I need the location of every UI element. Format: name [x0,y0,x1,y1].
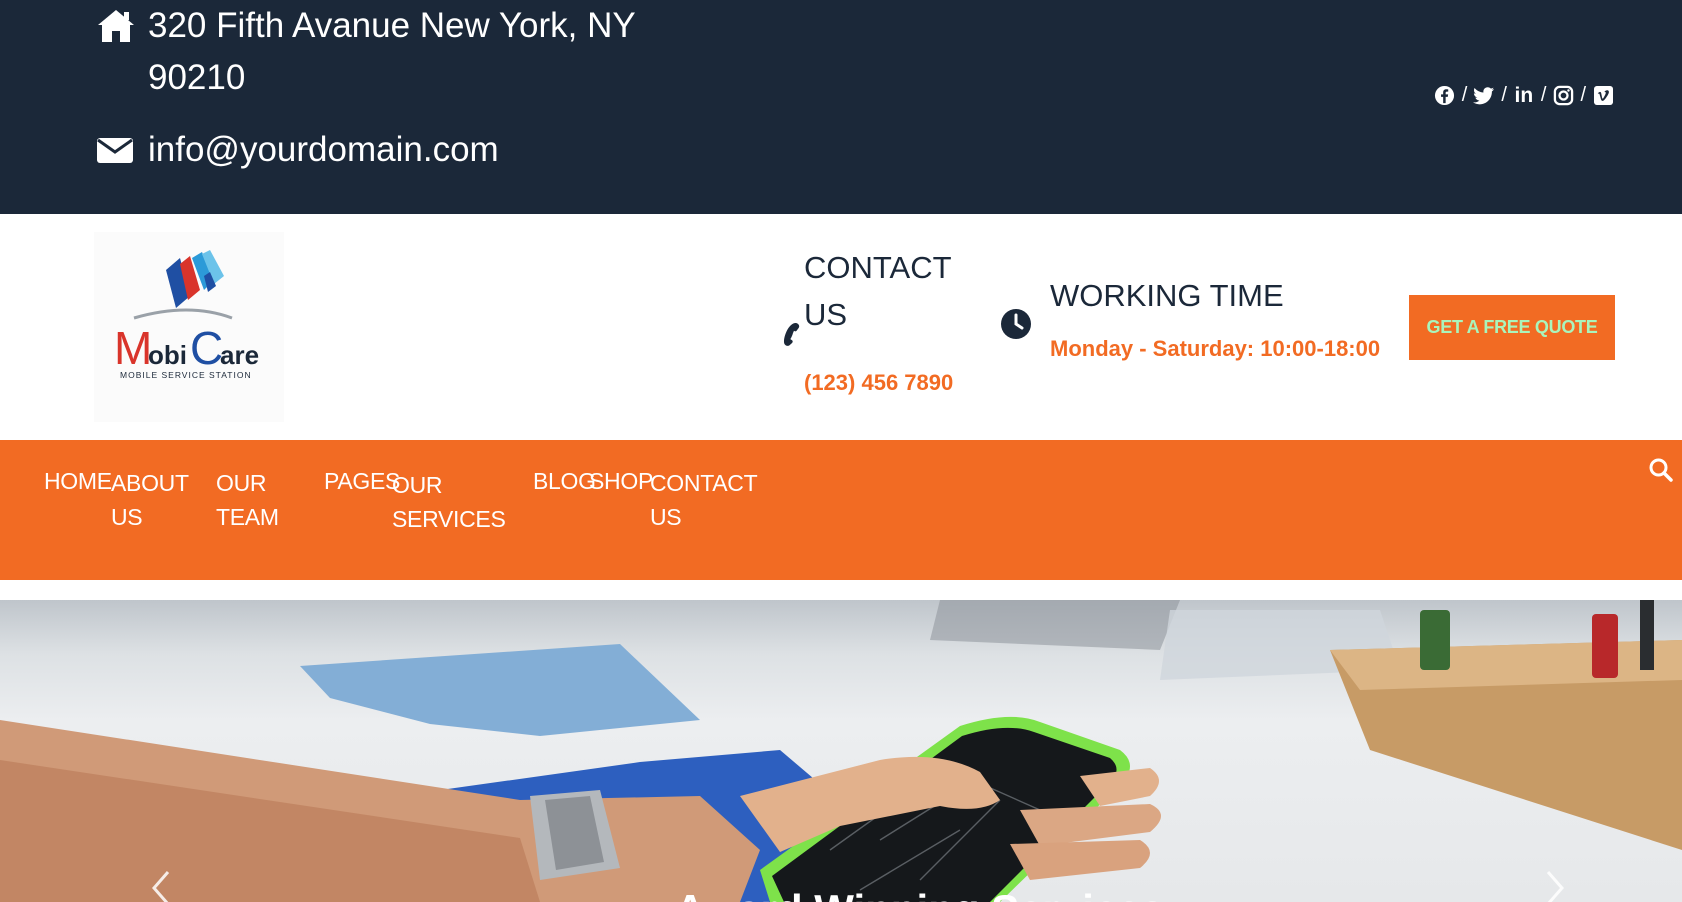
search-icon[interactable] [1648,457,1674,483]
logo-text-part2: are [220,340,259,370]
hero-slider: Award Winning Services [0,600,1682,902]
phone-icon [780,322,802,346]
nav-item-about-us[interactable]: ABOUT US [111,466,191,534]
get-quote-button[interactable]: GET A FREE QUOTE [1409,295,1615,360]
nav-item-contact-us[interactable]: CONTACT US [650,466,757,534]
address-text: 320 Fifth Avanue New York, NY 90210 [148,6,636,97]
working-title: WORKING TIME [1050,278,1284,313]
logo-letter-c: C [190,322,223,374]
nav-item-our-services[interactable]: OUR SERVICES [392,468,506,536]
nav-item-home[interactable]: HOME [44,464,112,498]
main-nav: HOME ABOUT US OUR TEAM PAGES OUR SERVICE… [0,440,1682,580]
social-separator: / [1461,84,1468,106]
site-header: M obi C are MOBILE SERVICE STATION CONTA… [0,214,1682,440]
chevron-right-icon[interactable] [1540,868,1570,902]
logo[interactable]: M obi C are MOBILE SERVICE STATION [94,232,284,422]
chevron-left-icon[interactable] [146,868,176,902]
nav-item-shop[interactable]: SHOP [589,464,653,498]
hero-caption: Award Winning Services [675,886,1164,902]
nav-item-blog[interactable]: BLOG [533,464,596,498]
contact-title: CONTACT US [804,250,951,332]
email-row[interactable]: info@yourdomain.com [96,124,499,176]
facebook-icon[interactable] [1434,85,1456,107]
logo-tagline: MOBILE SERVICE STATION [120,370,252,380]
nav-item-our-team[interactable]: OUR TEAM [216,466,286,534]
twitter-icon[interactable] [1473,85,1495,107]
logo-text-part1: obi [148,340,187,370]
social-separator: / [1501,84,1507,106]
social-separator: / [1580,84,1586,106]
nav-item-pages[interactable]: PAGES [324,464,400,498]
logo-letter-m: M [114,322,152,374]
social-separator: / [1540,84,1547,106]
home-icon [96,0,136,52]
email-text[interactable]: info@yourdomain.com [148,124,499,176]
address-row: 320 Fifth Avanue New York, NY 90210 [96,0,676,104]
envelope-icon [96,124,136,176]
contact-phone[interactable]: (123) 456 7890 [804,370,953,396]
clock-icon [1000,308,1032,340]
linkedin-icon[interactable]: in [1513,84,1535,107]
hero-image [0,600,1682,902]
logo-graphic: M obi C are MOBILE SERVICE STATION [114,250,259,380]
social-links: / / in / / [1434,84,1614,107]
top-bar: 320 Fifth Avanue New York, NY 90210 info… [0,0,1682,214]
working-hours: Monday - Saturday: 10:00-18:00 [1050,336,1381,361]
vimeo-icon[interactable] [1592,85,1614,107]
instagram-icon[interactable] [1552,85,1574,107]
